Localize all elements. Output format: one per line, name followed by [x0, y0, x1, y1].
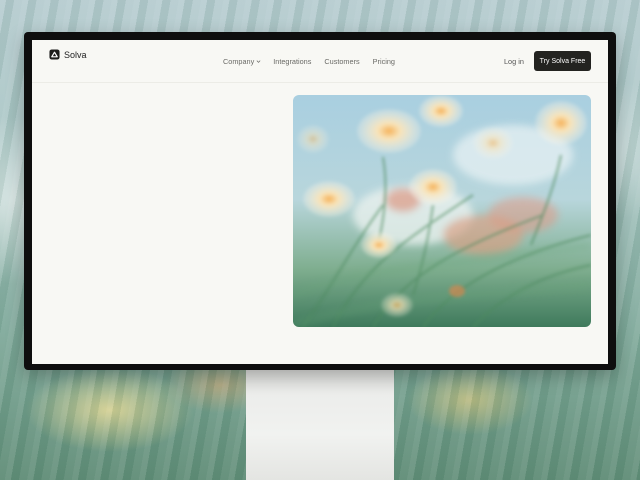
brand[interactable]: Solva [49, 49, 87, 60]
nav-item-integrations[interactable]: Integrations [273, 57, 311, 66]
nav-item-pricing[interactable]: Pricing [373, 57, 395, 66]
nav-item-company-label: Company [223, 57, 255, 66]
nav-menu: Company Integrations Customers Pricing [223, 57, 395, 66]
hero-flower-image [293, 95, 591, 327]
top-navigation: Solva Company Integrations Customers Pri… [32, 40, 608, 83]
brand-name: Solva [64, 49, 87, 60]
try-free-button[interactable]: Try Solva Free [534, 51, 591, 71]
login-link[interactable]: Log in [504, 57, 524, 66]
logo-icon [49, 49, 60, 60]
nav-item-customers[interactable]: Customers [324, 57, 359, 66]
nav-item-company[interactable]: Company [223, 57, 261, 66]
monitor-bezel: Solva Company Integrations Customers Pri… [24, 32, 616, 370]
website-screen: Solva Company Integrations Customers Pri… [32, 40, 608, 364]
chevron-down-icon [256, 60, 261, 63]
monitor-stand [246, 366, 394, 480]
